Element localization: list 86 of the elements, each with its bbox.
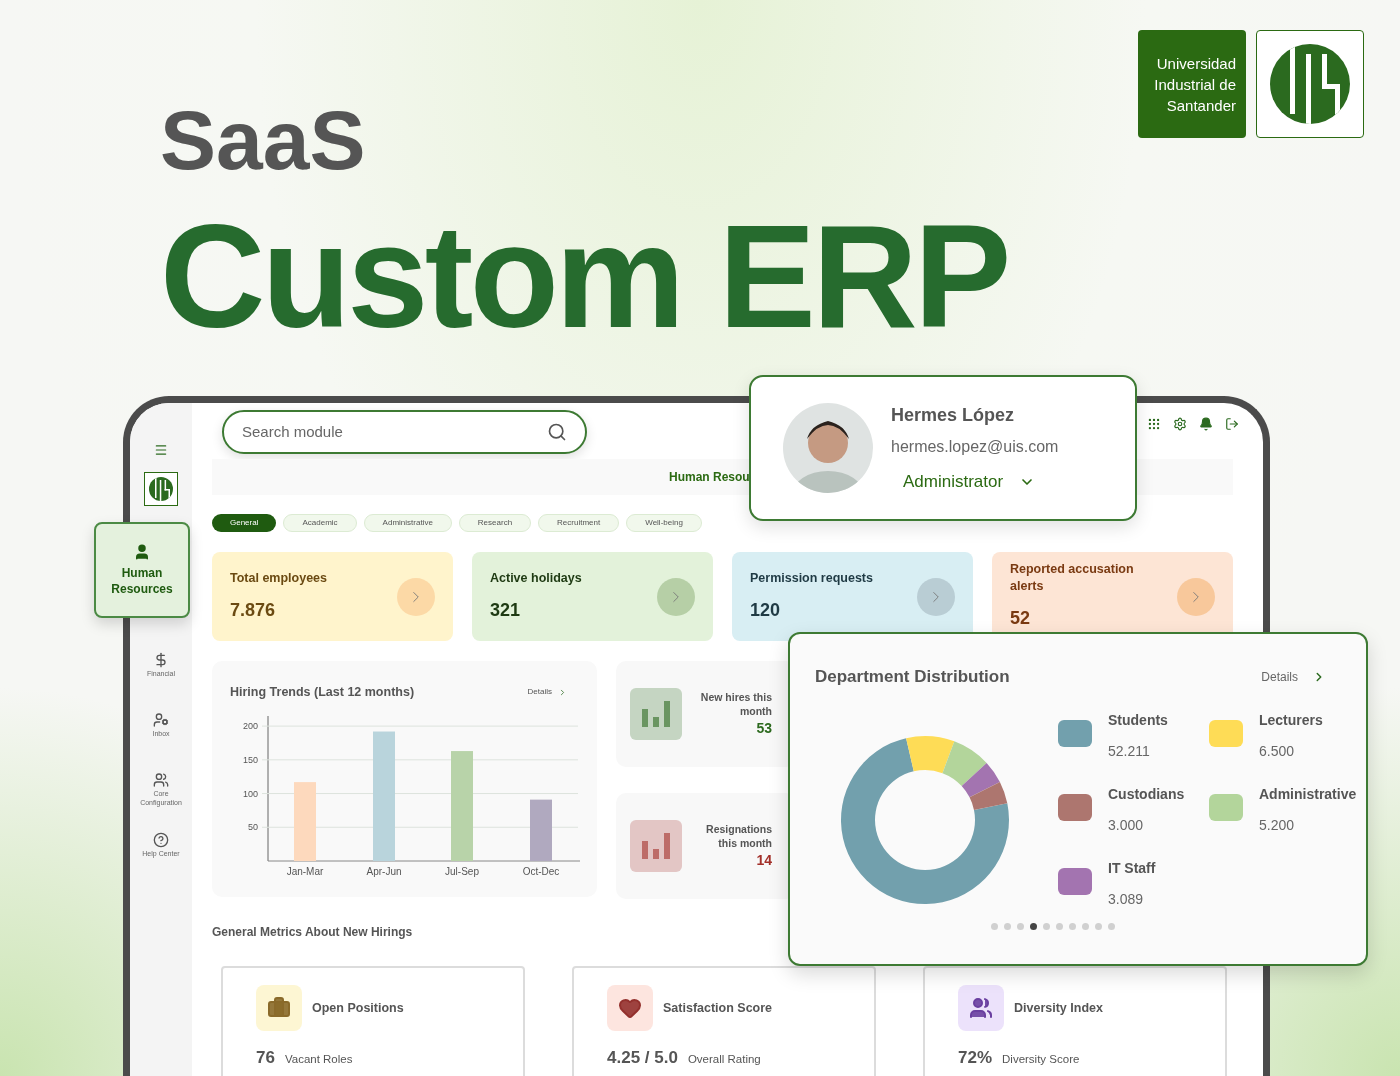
- metric-title: Satisfaction Score: [663, 999, 773, 1017]
- stat-label: Active holidays: [490, 569, 583, 587]
- stat-value: 7.876: [230, 598, 277, 622]
- page-title: Human Resou: [669, 469, 750, 486]
- search-field[interactable]: Search module: [222, 410, 587, 454]
- legend-value: 6.500: [1259, 741, 1296, 761]
- role-dropdown[interactable]: Administrator: [903, 468, 1059, 495]
- legend-value: 5.200: [1259, 815, 1296, 835]
- category-tab[interactable]: Recruitment: [538, 514, 620, 532]
- apps-icon[interactable]: [1147, 417, 1161, 431]
- card-title: Department Distribution: [815, 666, 1010, 688]
- metric-caption: Diversity Score: [1002, 1052, 1080, 1067]
- search-icon: [547, 422, 567, 442]
- hero-eyebrow: SaaS: [160, 98, 367, 182]
- stat-label: Total employees: [230, 569, 329, 587]
- stat-value: 120: [750, 598, 782, 622]
- brand-name: Universidad Industrial de Santander: [1138, 30, 1246, 138]
- tick-label: 50: [248, 822, 258, 833]
- metric-value: 76: [256, 1047, 275, 1069]
- stat-label: Reported accusation alerts: [1010, 561, 1135, 595]
- monthly-value: 14: [756, 850, 772, 870]
- stat-label: Permission requests: [750, 569, 874, 587]
- people-icon: [969, 996, 993, 1020]
- legend-label: Administrative: [1259, 784, 1357, 804]
- user-icon: [133, 543, 151, 561]
- monthly-label: Resignations this month: [705, 821, 772, 850]
- legend-label: Lecturers: [1259, 710, 1323, 730]
- legend-value: 52.211: [1108, 741, 1151, 761]
- legend-value: 3.089: [1108, 889, 1145, 909]
- arrow-button[interactable]: [917, 577, 955, 616]
- legend-label: IT Staff: [1108, 858, 1156, 878]
- help-icon: [153, 832, 169, 848]
- monthly-value: 53: [756, 718, 772, 738]
- metric-value: 4.25 / 5.0: [607, 1047, 678, 1069]
- arrow-button[interactable]: [1177, 577, 1215, 616]
- tick-label: 200: [242, 720, 258, 731]
- legend-label: Custodians: [1108, 784, 1185, 804]
- details-link[interactable]: Details: [527, 686, 567, 699]
- stat-value: 321: [490, 598, 522, 622]
- arrow-button[interactable]: [397, 577, 435, 616]
- heart-icon: [618, 996, 642, 1020]
- category-label: Jul-Sep: [445, 865, 479, 877]
- category-tab[interactable]: Well-being: [626, 514, 702, 532]
- metric-caption: Vacant Roles: [284, 1052, 353, 1067]
- menu-icon[interactable]: [154, 443, 168, 457]
- settings-icon[interactable]: [1173, 417, 1187, 431]
- stat-value: 52: [1010, 607, 1032, 630]
- legend-label: Students: [1108, 710, 1168, 730]
- stat-card[interactable]: Active holidays 321: [472, 552, 713, 641]
- metric-title: Diversity Index: [1014, 999, 1103, 1017]
- arrow-button[interactable]: [657, 577, 695, 616]
- tick-label: 100: [242, 788, 258, 799]
- category-tab[interactable]: General: [212, 514, 277, 532]
- stat-card[interactable]: Total employees 7.876: [212, 552, 453, 641]
- legend-value: 3.000: [1108, 815, 1145, 835]
- briefcase-icon: [267, 996, 291, 1020]
- metric-value: 72%: [958, 1047, 993, 1069]
- hero-title: Custom ERP: [160, 204, 1008, 350]
- tick-label: 150: [242, 754, 258, 765]
- bar: [530, 799, 552, 861]
- module-label: Human Resources: [110, 565, 174, 597]
- category-tab[interactable]: Research: [458, 514, 532, 532]
- bell-icon[interactable]: [1199, 417, 1213, 431]
- dollar-icon: [153, 652, 169, 668]
- active-module-card[interactable]: Human Resources: [94, 522, 190, 618]
- category-tab[interactable]: Academic: [283, 514, 357, 532]
- bar-chart-icon: [630, 688, 682, 740]
- chevron-right-icon: [558, 687, 567, 697]
- category-label: Oct-Dec: [522, 865, 560, 877]
- metric-caption: Overall Rating: [687, 1052, 761, 1067]
- user-email: hermes.lopez@uis.com: [891, 436, 1059, 457]
- metric-title: Open Positions: [312, 999, 404, 1017]
- users-icon: [153, 772, 169, 788]
- monthly-label: New hires this month: [699, 689, 772, 718]
- stat-card[interactable]: Permission requests 120: [732, 552, 973, 641]
- logout-icon[interactable]: [1225, 417, 1239, 431]
- user-name: Hermes López: [891, 403, 1016, 427]
- details-link[interactable]: Details: [1261, 667, 1326, 686]
- user-gear-icon: [153, 712, 169, 728]
- category-tab[interactable]: Administrative: [363, 514, 452, 532]
- category-label: Apr-Jun: [366, 865, 402, 877]
- category-label: Jan-Mar: [286, 865, 324, 877]
- section-title: General Metrics About New Hirings: [212, 924, 413, 941]
- bar-chart-icon: [630, 820, 682, 872]
- chart-title: Hiring Trends (Last 12 months): [230, 684, 415, 701]
- search-input[interactable]: Search module: [242, 420, 522, 444]
